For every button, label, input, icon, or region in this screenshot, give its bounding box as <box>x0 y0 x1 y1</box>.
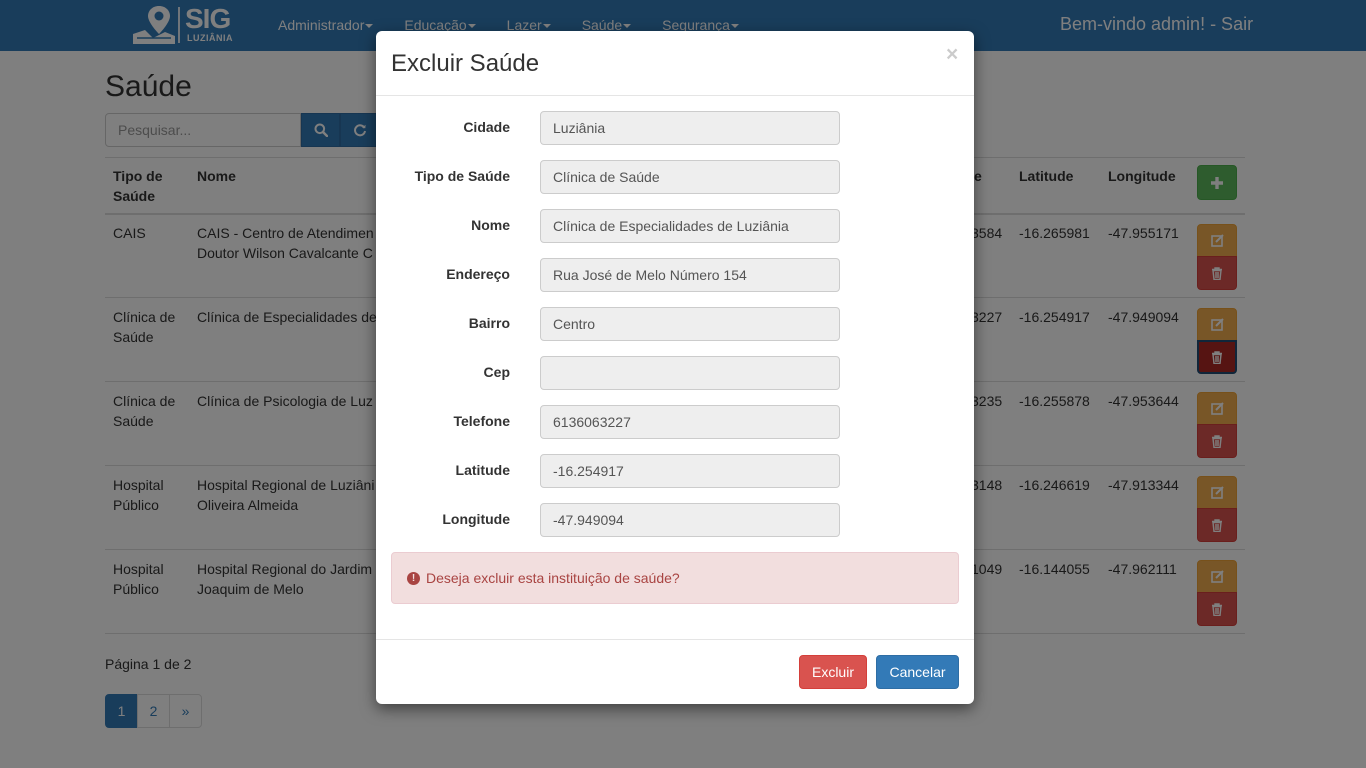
delete-confirm-alert: ! Deseja excluir esta instituição de saú… <box>391 552 959 604</box>
alert-text: Deseja excluir esta instituição de saúde… <box>426 570 680 586</box>
endereco-field[interactable] <box>540 258 840 292</box>
field-label: Latitude <box>455 462 510 478</box>
field-tipo-saude: Tipo de Saúde <box>376 160 974 194</box>
exclamation-circle-icon: ! <box>407 571 420 585</box>
tipo-saude-field[interactable] <box>540 160 840 194</box>
field-label: Tipo de Saúde <box>414 168 510 184</box>
bairro-field[interactable] <box>540 307 840 341</box>
modal-footer: Excluir Cancelar <box>376 639 974 704</box>
modal-title: Excluir Saúde <box>391 50 540 77</box>
field-label: Nome <box>471 217 510 233</box>
field-longitude: Longitude <box>376 503 974 537</box>
confirm-delete-button[interactable]: Excluir <box>799 655 867 689</box>
field-label: Telefone <box>453 413 510 429</box>
delete-modal: Excluir Saúde × Cidade Tipo de Saúde Nom… <box>376 31 974 704</box>
latitude-field[interactable] <box>540 454 840 488</box>
nome-field[interactable] <box>540 209 840 243</box>
close-icon[interactable]: × <box>946 43 958 67</box>
cancel-button[interactable]: Cancelar <box>876 655 959 689</box>
field-nome: Nome <box>376 209 974 243</box>
cep-field[interactable] <box>540 356 840 390</box>
field-cep: Cep <box>376 356 974 390</box>
field-label: Bairro <box>468 315 510 331</box>
field-latitude: Latitude <box>376 454 974 488</box>
field-label: Cidade <box>463 119 510 135</box>
field-label: Cep <box>483 364 510 380</box>
telefone-field[interactable] <box>540 405 840 439</box>
field-telefone: Telefone <box>376 405 974 439</box>
field-endereco: Endereço <box>376 258 974 292</box>
longitude-field[interactable] <box>540 503 840 537</box>
modal-header: Excluir Saúde × <box>376 31 974 96</box>
field-label: Endereço <box>446 266 510 282</box>
cidade-field[interactable] <box>540 111 840 145</box>
field-bairro: Bairro <box>376 307 974 341</box>
field-cidade: Cidade <box>376 111 974 145</box>
field-label: Longitude <box>442 511 510 527</box>
